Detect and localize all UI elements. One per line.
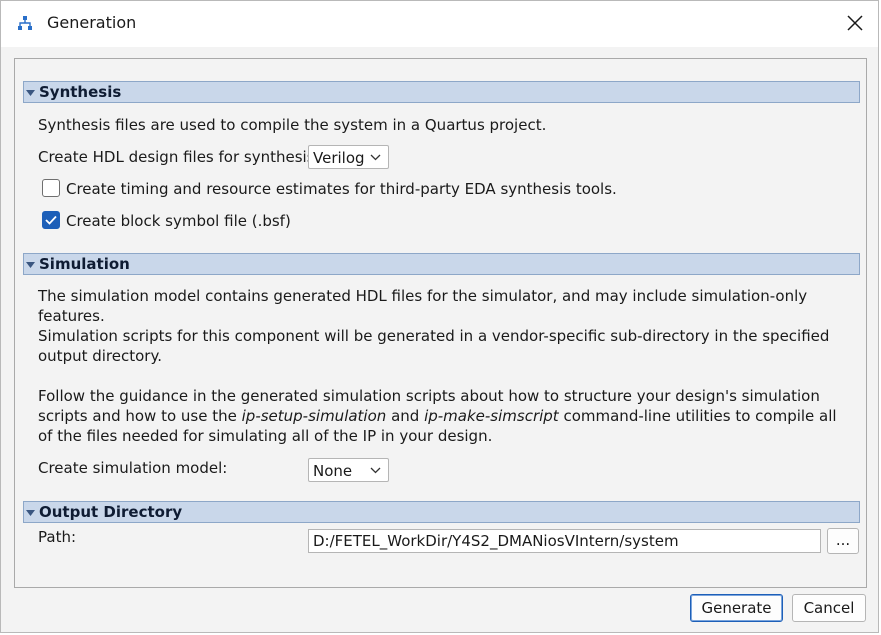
simulation-section-header[interactable]: Simulation <box>23 253 860 275</box>
generation-dialog: Generation Synthesis Synthesis files are… <box>0 0 879 633</box>
hdl-language-select[interactable]: Verilog <box>308 145 389 169</box>
timing-estimates-checkbox[interactable] <box>42 179 60 197</box>
simulation-section-title: Simulation <box>39 255 130 273</box>
close-icon <box>847 15 863 31</box>
simulation-model-select[interactable]: None <box>308 458 389 482</box>
simulation-para-1: The simulation model contains generated … <box>38 287 808 325</box>
hdl-language-value: Verilog <box>313 149 365 167</box>
output-directory-section-title: Output Directory <box>39 503 183 521</box>
synthesis-section-header[interactable]: Synthesis <box>23 81 860 103</box>
chevron-down-icon <box>370 154 381 161</box>
simulation-model-value: None <box>313 462 353 480</box>
timing-estimates-label: Create timing and resource estimates for… <box>66 180 617 198</box>
close-button[interactable] <box>832 1 878 45</box>
collapse-arrow-icon <box>26 90 35 96</box>
cancel-button[interactable]: Cancel <box>792 594 866 622</box>
simulation-para-2: Simulation scripts for this component wi… <box>38 327 830 365</box>
block-symbol-label: Create block symbol file (.bsf) <box>66 212 291 230</box>
synthesis-description: Synthesis files are used to compile the … <box>38 116 547 134</box>
browse-button[interactable]: ... <box>827 528 859 554</box>
generate-button[interactable]: Generate <box>690 594 783 622</box>
output-directory-section-header[interactable]: Output Directory <box>23 501 860 523</box>
collapse-arrow-icon <box>26 262 35 268</box>
hdl-files-label: Create HDL design files for synthesis: <box>38 148 320 166</box>
block-symbol-checkbox[interactable] <box>42 211 60 229</box>
output-path-input[interactable] <box>309 530 820 552</box>
hierarchy-icon <box>16 14 34 32</box>
chevron-down-icon <box>370 467 381 474</box>
simulation-model-label: Create simulation model: <box>38 459 228 477</box>
output-path-field[interactable] <box>308 529 821 553</box>
settings-panel: Synthesis Synthesis files are used to co… <box>14 58 867 588</box>
window-title: Generation <box>47 13 137 32</box>
title-bar[interactable]: Generation <box>1 1 878 47</box>
synthesis-section-title: Synthesis <box>39 83 122 101</box>
collapse-arrow-icon <box>26 510 35 516</box>
path-label: Path: <box>38 528 77 546</box>
simulation-para-3: Follow the guidance in the generated sim… <box>38 387 837 445</box>
checkmark-icon <box>45 215 57 225</box>
